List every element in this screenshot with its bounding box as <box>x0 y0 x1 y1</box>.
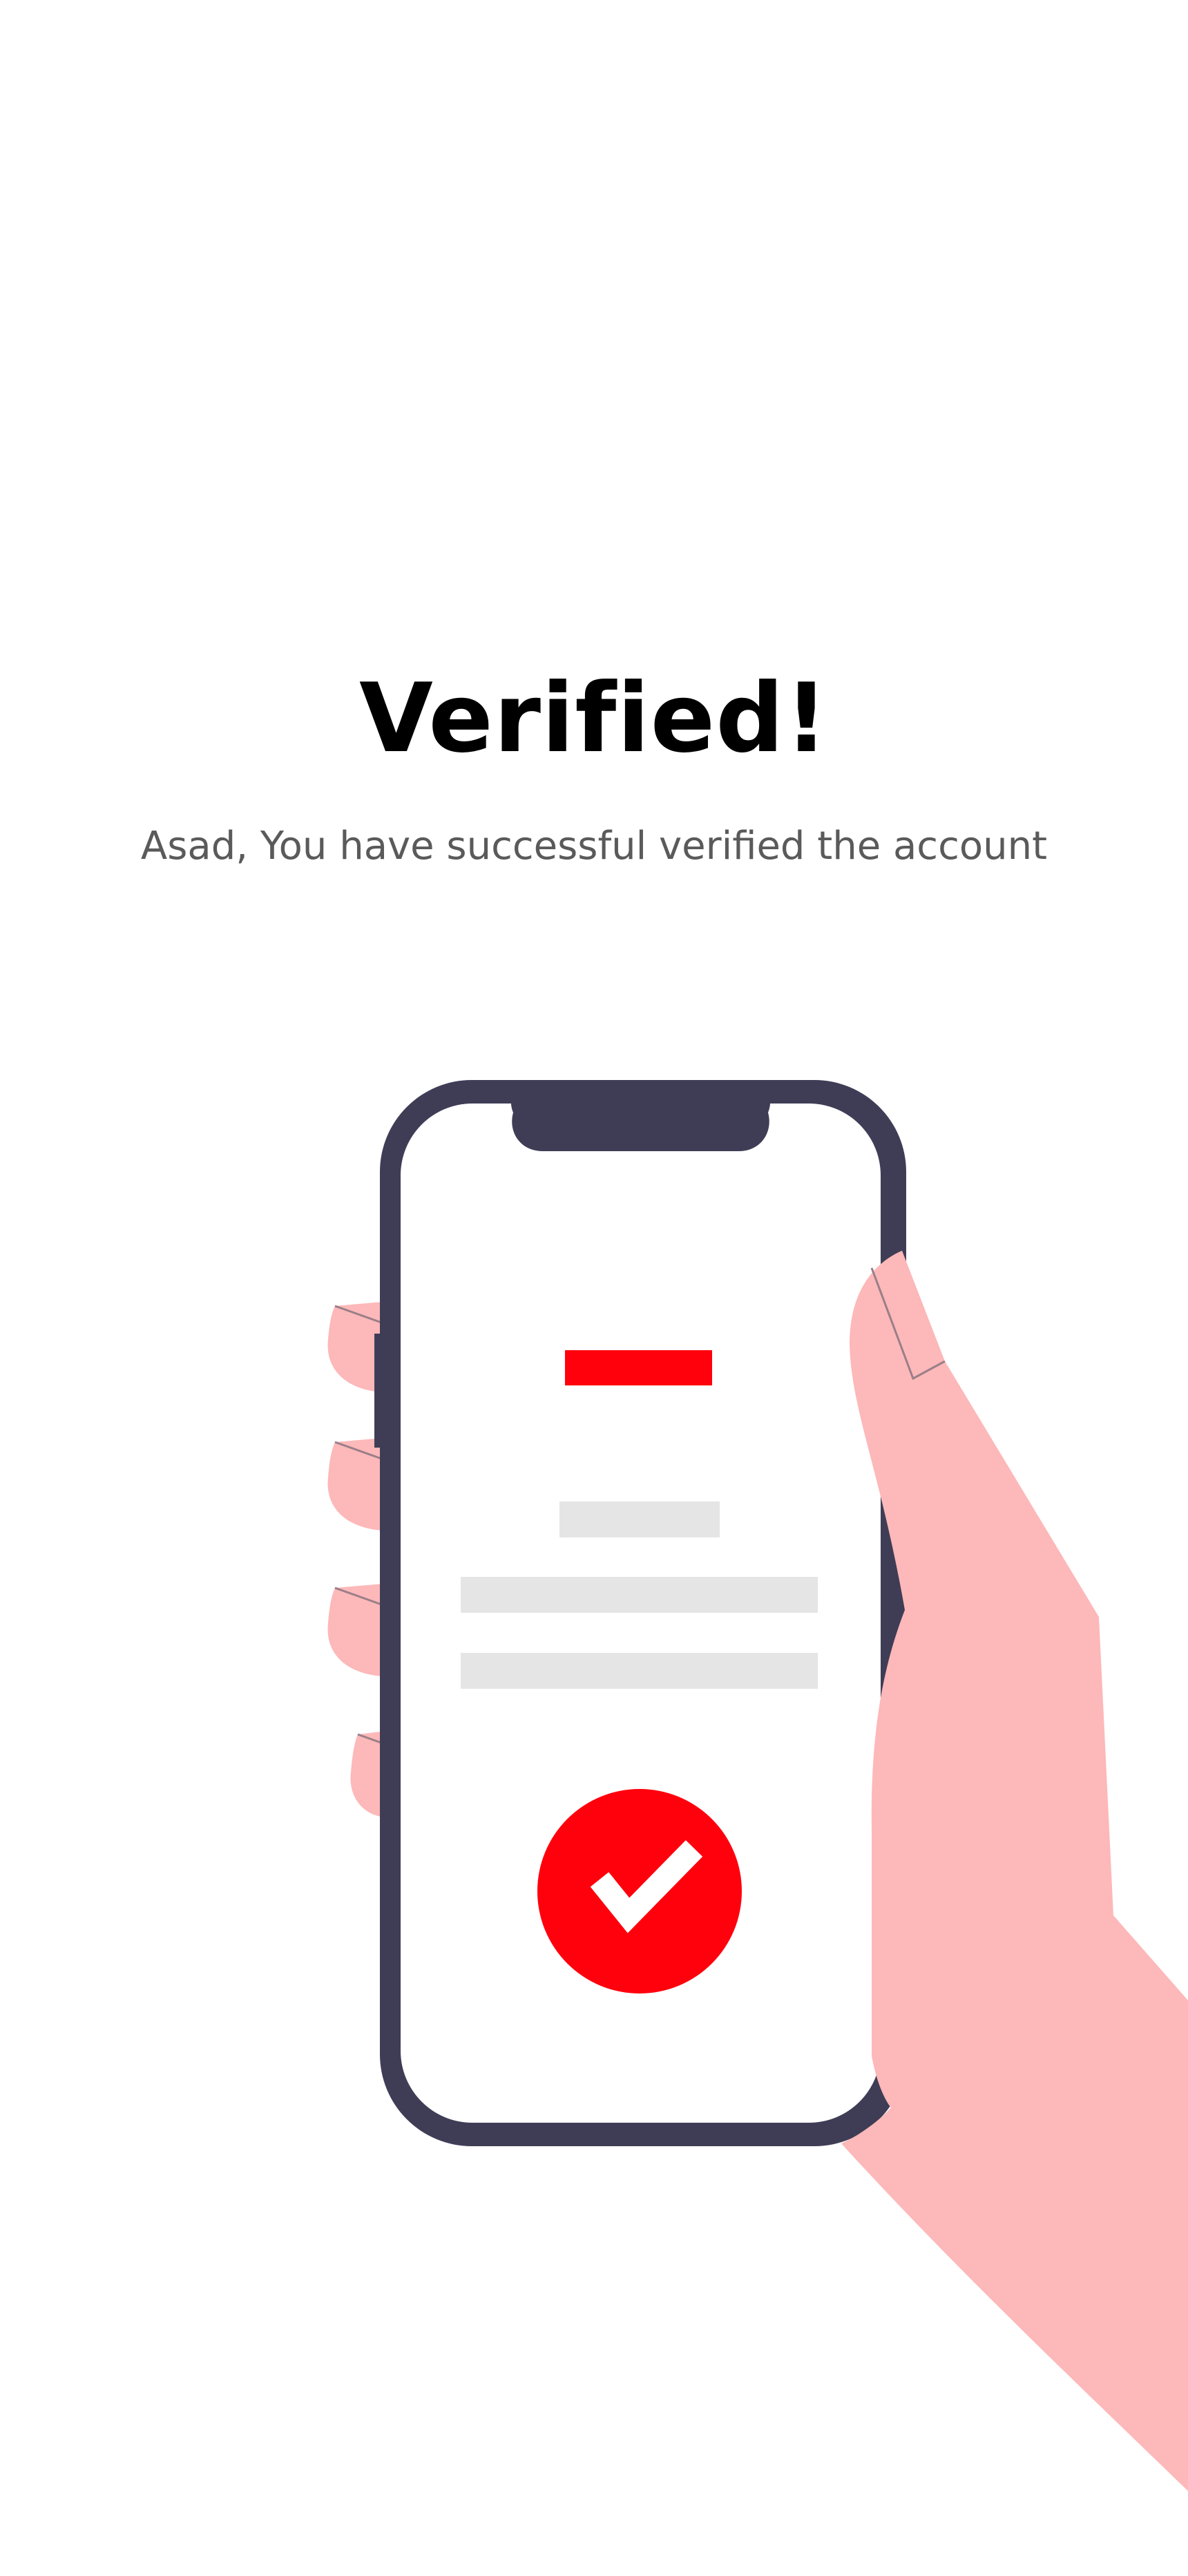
screen-placeholder-line-2 <box>461 1577 818 1613</box>
check-circle-icon <box>537 1789 742 1993</box>
page-title: Verified! <box>359 663 829 774</box>
right-hand <box>841 1251 1188 2491</box>
verification-message: Asad, You have successful verified the a… <box>140 824 1048 869</box>
screen-header-bar <box>565 1350 712 1385</box>
finger-2 <box>327 1438 383 1531</box>
screen-placeholder-line-3 <box>461 1653 818 1689</box>
palm <box>841 1251 1188 2491</box>
phone-notch <box>511 1104 770 1151</box>
phone-in-hand-illustration <box>327 1080 1188 2491</box>
finger-3 <box>327 1584 383 1676</box>
screen-placeholder-line-1 <box>559 1502 720 1537</box>
